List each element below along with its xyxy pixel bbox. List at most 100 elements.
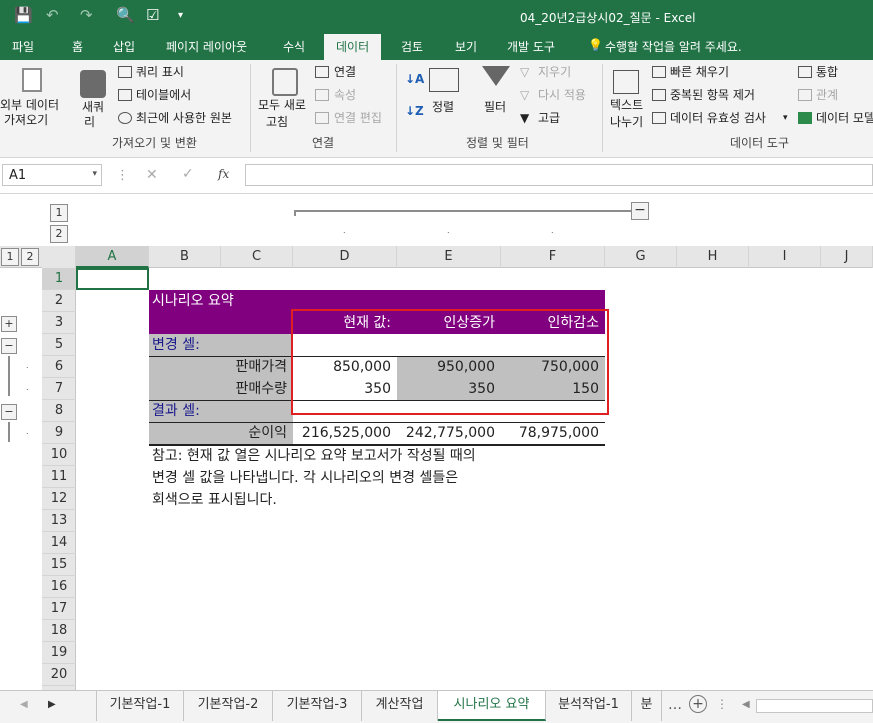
- tab-review[interactable]: 검토: [401, 38, 423, 55]
- tab-file[interactable]: 파일: [12, 38, 34, 55]
- sheet-tab-basic-2[interactable]: 기본작업-2: [184, 691, 273, 721]
- col-header-j[interactable]: J: [821, 246, 873, 268]
- refresh-all-line2[interactable]: 고침: [266, 115, 288, 129]
- collapse-row-button[interactable]: −: [1, 338, 17, 354]
- column-outline-level-2[interactable]: 2: [50, 225, 68, 243]
- enter-icon[interactable]: ✓: [182, 166, 194, 182]
- col-header-e[interactable]: E: [397, 246, 501, 268]
- tab-split-icon[interactable]: ⋮: [716, 697, 728, 711]
- tab-formulas[interactable]: 수식: [283, 38, 305, 55]
- filter-button[interactable]: 필터: [484, 100, 506, 114]
- row-header[interactable]: 9: [42, 422, 76, 444]
- row-header[interactable]: 16: [42, 576, 76, 598]
- col-header-h[interactable]: H: [677, 246, 749, 268]
- col-header-g[interactable]: G: [605, 246, 677, 268]
- undo-icon[interactable]: ↶: [46, 6, 59, 24]
- remove-duplicates-button[interactable]: 중복된 항목 제거: [670, 88, 755, 102]
- cancel-icon[interactable]: ✕: [146, 167, 158, 183]
- more-sheets-icon[interactable]: …: [668, 697, 682, 713]
- clear-button[interactable]: 지우기: [538, 65, 571, 79]
- consolidate-button[interactable]: 통합: [816, 65, 838, 79]
- sheet-tab-basic-3[interactable]: 기본작업-3: [273, 691, 362, 721]
- relationships-button[interactable]: 관계: [816, 88, 838, 102]
- data-model-button[interactable]: 데이터 모델: [816, 111, 873, 125]
- row-header[interactable]: 11: [42, 466, 76, 488]
- row-header[interactable]: 6: [42, 356, 76, 378]
- col-header-c[interactable]: C: [221, 246, 293, 268]
- properties-button[interactable]: 속성: [334, 88, 356, 102]
- flash-fill-button[interactable]: 빠른 채우기: [670, 65, 729, 79]
- qat-customize-icon[interactable]: ▾: [178, 10, 183, 21]
- text-to-columns-line2[interactable]: 나누기: [610, 115, 643, 129]
- row-header[interactable]: 1: [42, 268, 76, 290]
- sort-button[interactable]: 정렬: [432, 100, 454, 114]
- worksheet-grid[interactable]: 시나리오 요약 현재 값: 인상증가 인하감소 변경 셀: 판매가격 850,0…: [76, 268, 873, 690]
- col-header-f[interactable]: F: [501, 246, 605, 268]
- from-table-button[interactable]: 테이블에서: [136, 88, 191, 102]
- insert-function-icon[interactable]: fx: [218, 167, 229, 181]
- row-header[interactable]: 3: [42, 312, 76, 334]
- row-outline-level-1[interactable]: 1: [1, 248, 19, 266]
- sheet-tab-basic-1[interactable]: 기본작업-1: [96, 691, 184, 721]
- new-query-line2[interactable]: 리: [84, 115, 95, 129]
- name-box-dropdown-icon[interactable]: ▾: [92, 169, 97, 179]
- sheet-tab-calc[interactable]: 계산작업: [362, 691, 438, 721]
- row-header[interactable]: 15: [42, 554, 76, 576]
- scroll-left-icon[interactable]: ◀: [20, 699, 28, 710]
- edit-links-button[interactable]: 연결 편집: [334, 111, 382, 125]
- tab-data[interactable]: 데이터: [324, 34, 382, 60]
- tab-home[interactable]: 홈: [72, 38, 83, 55]
- row-header[interactable]: 17: [42, 598, 76, 620]
- tell-me-search[interactable]: 수행할 작업을 알려 주세요.: [605, 38, 742, 55]
- collapse-row-button-2[interactable]: −: [1, 404, 17, 420]
- refresh-all-line1[interactable]: 모두 새로: [258, 98, 306, 112]
- text-to-columns-line1[interactable]: 텍스트: [610, 98, 643, 112]
- column-outline-level-1[interactable]: 1: [50, 204, 68, 222]
- col-header-b[interactable]: B: [149, 246, 221, 268]
- formula-input[interactable]: [245, 164, 873, 186]
- collapse-columns-button[interactable]: −: [631, 202, 649, 220]
- validation-dropdown-icon[interactable]: ▾: [783, 111, 788, 125]
- scroll-right-icon[interactable]: ▶: [48, 699, 56, 710]
- tab-page-layout[interactable]: 페이지 레이아웃: [166, 38, 247, 55]
- row-header[interactable]: 14: [42, 532, 76, 554]
- name-box[interactable]: A1 ▾: [2, 164, 102, 186]
- row-header[interactable]: 7: [42, 378, 76, 400]
- row-header[interactable]: 19: [42, 642, 76, 664]
- print-preview-icon[interactable]: 🔍: [116, 6, 135, 24]
- get-external-line1[interactable]: 외부 데이터: [0, 98, 59, 112]
- sort-az-icon[interactable]: ↓A: [405, 72, 424, 86]
- reapply-button[interactable]: 다시 적용: [538, 88, 586, 102]
- tab-view[interactable]: 보기: [455, 38, 477, 55]
- quick-access-icon[interactable]: ☑: [146, 6, 159, 24]
- save-icon[interactable]: 💾: [14, 6, 33, 24]
- data-validation-button[interactable]: 데이터 유효성 검사: [670, 111, 766, 125]
- row-header[interactable]: 18: [42, 620, 76, 642]
- sheet-tab-analysis-2[interactable]: 분: [632, 691, 662, 721]
- hscroll-left-icon[interactable]: ◀: [742, 699, 750, 710]
- recent-sources-button[interactable]: 최근에 사용한 원본: [136, 111, 232, 125]
- row-header[interactable]: 20: [42, 664, 76, 686]
- show-query-button[interactable]: 쿼리 표시: [136, 65, 184, 79]
- sort-za-icon[interactable]: ↓Z: [405, 104, 424, 118]
- get-external-line2[interactable]: 가져오기: [4, 113, 48, 127]
- active-cell-a1[interactable]: [76, 268, 149, 290]
- add-sheet-icon[interactable]: +: [689, 695, 707, 713]
- row-header[interactable]: 8: [42, 400, 76, 422]
- expand-row-button[interactable]: +: [1, 316, 17, 332]
- col-header-d[interactable]: D: [293, 246, 397, 268]
- row-outline-level-2[interactable]: 2: [21, 248, 39, 266]
- row-header[interactable]: 2: [42, 290, 76, 312]
- select-all-corner[interactable]: [42, 246, 76, 268]
- sheet-tab-scenario-summary[interactable]: 시나리오 요약: [438, 691, 546, 721]
- sheet-tab-analysis-1[interactable]: 분석작업-1: [546, 691, 632, 721]
- row-header[interactable]: 10: [42, 444, 76, 466]
- col-header-a[interactable]: A: [76, 246, 149, 268]
- advanced-button[interactable]: 고급: [538, 111, 560, 125]
- tab-developer[interactable]: 개발 도구: [507, 38, 555, 55]
- horizontal-scrollbar[interactable]: [756, 699, 873, 713]
- new-query-line1[interactable]: 새쿼: [82, 100, 104, 114]
- row-header[interactable]: 12: [42, 488, 76, 510]
- row-header[interactable]: 5: [42, 334, 76, 356]
- redo-icon[interactable]: ↷: [80, 6, 93, 24]
